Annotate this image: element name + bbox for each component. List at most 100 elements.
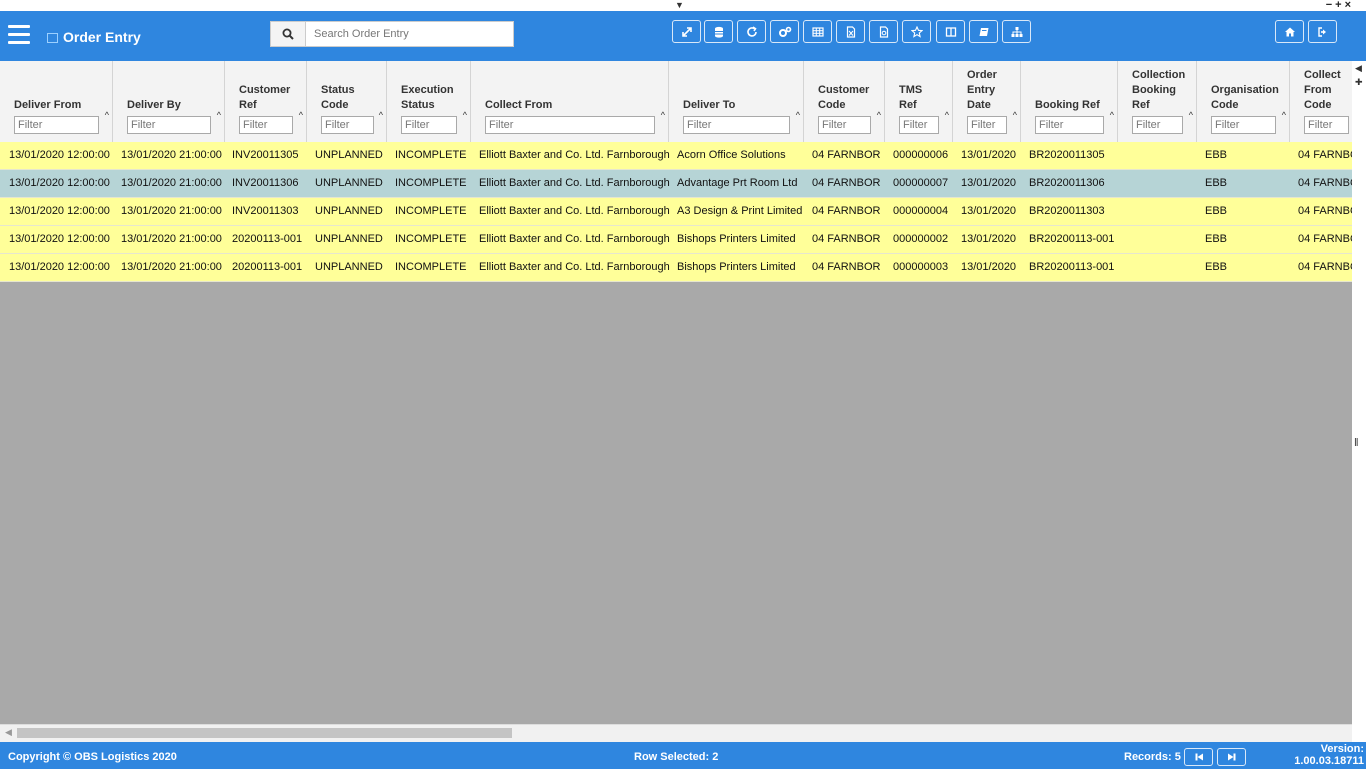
expand-button[interactable] [672,20,701,43]
search-input[interactable] [306,22,513,46]
column-header[interactable]: Deliver By ^ [113,61,225,142]
table-cell: Bishops Printers Limited [677,261,796,273]
last-page-button[interactable] [1217,748,1246,766]
column-filter-input[interactable] [967,116,1007,134]
sort-caret-icon[interactable]: ^ [1013,110,1017,120]
sort-caret-icon[interactable]: ^ [1110,110,1114,120]
table-row[interactable]: 13/01/2020 12:00:00 13/01/2020 21:00:00 20… [0,226,1352,254]
column-header[interactable]: Customer Code ^ [804,61,885,142]
export-pdf-button[interactable] [869,20,898,43]
search-button[interactable] [271,22,306,46]
column-filter-input[interactable] [683,116,790,134]
column-filter-input[interactable] [818,116,871,134]
column-header[interactable]: Deliver From ^ [0,61,113,142]
column-header[interactable]: Organisation Code ^ [1197,61,1290,142]
table-row[interactable]: 13/01/2020 12:00:00 13/01/2020 21:00:00 IN… [0,142,1352,170]
column-filter-input[interactable] [239,116,293,134]
home-button[interactable] [1275,20,1304,43]
column-header[interactable]: Booking Ref ^ [1021,61,1118,142]
column-header[interactable]: Status Code ^ [307,61,387,142]
hierarchy-button[interactable] [1002,20,1031,43]
grid-icon [811,26,824,37]
column-filter-input[interactable] [127,116,211,134]
column-filter-input[interactable] [899,116,939,134]
sort-caret-icon[interactable]: ^ [945,110,949,120]
sort-caret-icon[interactable]: ^ [661,110,665,120]
table-cell: BR2020011303 [1029,205,1105,217]
table-cell: 04 FARNBOR [812,261,881,273]
grid-view-button[interactable] [803,20,832,43]
table-row[interactable]: 13/01/2020 12:00:00 13/01/2020 21:00:00 20… [0,254,1352,282]
column-filter-input[interactable] [1211,116,1276,134]
row-selected-text: Row Selected: 2 [634,751,719,763]
column-header[interactable]: Execution Status ^ [387,61,471,142]
sort-caret-icon[interactable]: ^ [379,110,383,120]
column-header[interactable]: Collect From ^ [471,61,669,142]
sort-caret-icon[interactable]: ^ [217,110,221,120]
records-count: Records: 5 [1124,751,1181,763]
sort-caret-icon[interactable]: ^ [877,110,881,120]
menu-icon[interactable] [8,25,30,45]
table-cell: UNPLANNED [315,205,383,217]
horizontal-scrollbar[interactable]: ◀ [0,724,1352,742]
database-button[interactable] [704,20,733,43]
first-page-button[interactable] [1184,748,1213,766]
step-backward-icon [1195,753,1203,761]
side-panel-strip: ◀ ✚ ‖ [1352,61,1366,742]
table-cell: 000000003 [893,261,949,273]
table-cell: UNPLANNED [315,177,383,189]
column-filter-input[interactable] [1304,116,1349,134]
app-footer: Copyright © OBS Logistics 2020 Row Selec… [0,742,1366,769]
export-excel-button[interactable] [836,20,865,43]
column-filter-input[interactable] [485,116,655,134]
scroll-left-icon[interactable]: ◀ [5,727,12,738]
collapse-left-icon[interactable]: ◀ [1355,63,1362,74]
column-filter-input[interactable] [1132,116,1183,134]
scrollbar-thumb[interactable] [17,728,512,738]
column-header[interactable]: Collection Booking Ref ^ [1118,61,1197,142]
minimize-button[interactable]: − [1326,0,1335,11]
maximize-button[interactable]: + [1335,0,1344,11]
column-header[interactable]: TMS Ref ^ [885,61,953,142]
sort-caret-icon[interactable]: ^ [1189,110,1193,120]
step-forward-icon [1227,753,1235,761]
table-cell: 04 FARNBOR [812,149,881,161]
resize-handle-icon[interactable]: ‖ [1354,437,1359,449]
column-header[interactable]: Customer Ref ^ [225,61,307,142]
column-filter-input[interactable] [14,116,99,134]
sort-caret-icon[interactable]: ^ [299,110,303,120]
collapse-caret-icon[interactable]: ▼ [675,0,684,10]
columns-button[interactable] [936,20,965,43]
table-cell: Elliott Baxter and Co. Ltd. Farnborough [479,177,670,189]
sitemap-icon [1011,26,1022,37]
table-cell: BR20200113-001 [1029,233,1115,245]
table-cell: 04 FARNBOR [1298,233,1352,245]
favourite-button[interactable] [902,20,931,43]
table-row[interactable]: 13/01/2020 12:00:00 13/01/2020 21:00:00 IN… [0,198,1352,226]
column-filter-input[interactable] [401,116,457,134]
logout-button[interactable] [1308,20,1337,43]
sort-caret-icon[interactable]: ^ [796,110,800,120]
close-button[interactable]: × [1345,0,1354,11]
column-filter-input[interactable] [321,116,374,134]
table-row-selected[interactable]: 13/01/2020 12:00:00 13/01/2020 21:00:00 IN… [0,170,1352,198]
table-cell: Bishops Printers Limited [677,233,796,245]
table-cell: INCOMPLETE [395,177,467,189]
table-cell: UNPLANNED [315,261,383,273]
column-label: Status Code [321,84,355,111]
column-header[interactable]: Order Entry Date ^ [953,61,1021,142]
sort-caret-icon[interactable]: ^ [105,110,109,120]
refresh-button[interactable] [737,20,766,43]
settings-button[interactable] [770,20,799,43]
sort-caret-icon[interactable]: ^ [463,110,467,120]
sort-caret-icon[interactable]: ^ [1282,110,1286,120]
pin-icon[interactable]: ✚ [1355,77,1363,88]
grid-header: Deliver From^Deliver By^Customer Ref^Sta… [0,61,1352,143]
column-header[interactable]: Deliver To ^ [669,61,804,142]
book-button[interactable] [969,20,998,43]
column-filter-input[interactable] [1035,116,1104,134]
column-header[interactable]: Collect From Code [1290,61,1352,142]
table-cell: 000000004 [893,205,949,217]
version-info: Version: 1.00.03.18711 [1294,743,1364,767]
column-label: Deliver To [683,99,736,111]
